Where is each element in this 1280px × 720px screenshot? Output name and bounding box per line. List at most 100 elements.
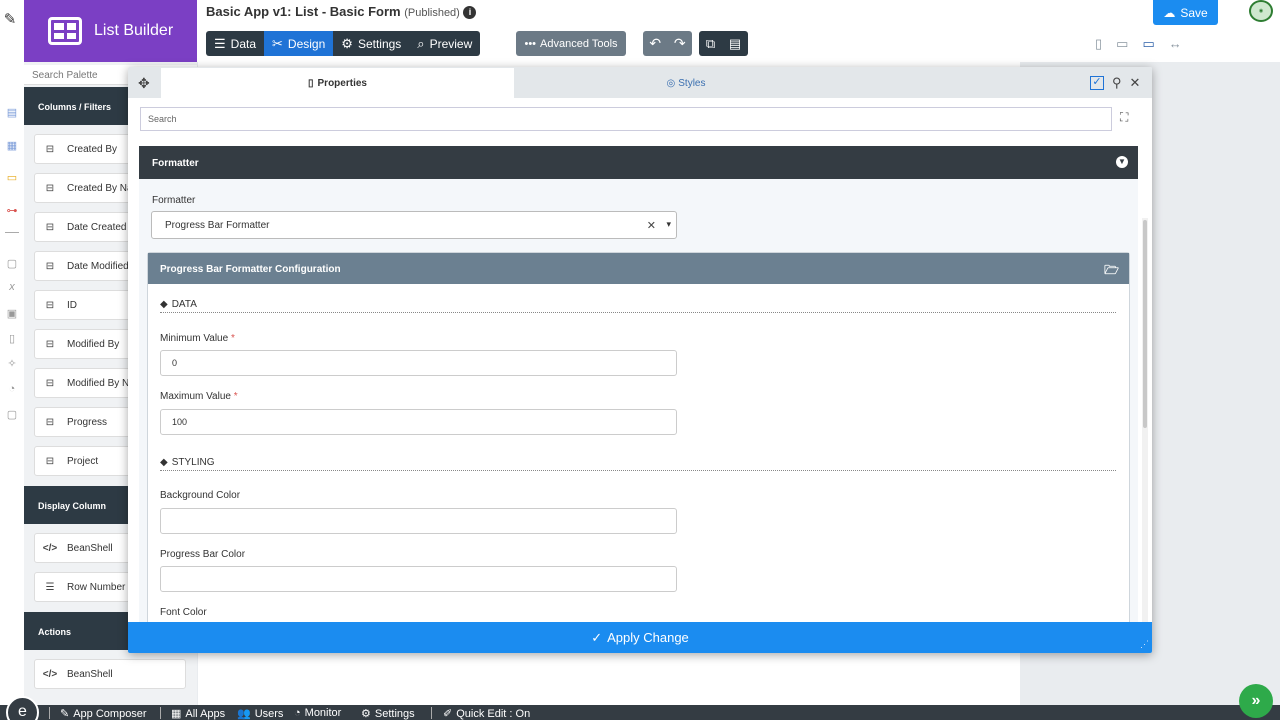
move-icon[interactable]: ✥ — [138, 75, 150, 92]
clipboard-icon[interactable]: ▢ — [5, 407, 19, 421]
quick-edit-toggle[interactable]: ✐ Quick Edit : On — [443, 707, 530, 720]
field-icon: ⊟ — [45, 416, 55, 428]
section-data: ◆ DATA — [160, 297, 1116, 313]
gauge-icon[interactable]: ◔ — [5, 382, 19, 396]
palette-item-label: Modified By — [67, 338, 120, 350]
comment-icon[interactable]: ▢ — [5, 256, 19, 270]
tab-settings[interactable]: ⚙ Settings — [333, 31, 409, 56]
pin-icon[interactable]: ⚲ — [1112, 75, 1122, 91]
property-search-input[interactable]: Search — [140, 107, 1112, 131]
copy-icon[interactable]: ⧉ — [706, 36, 715, 52]
all-apps-link[interactable]: ▦ All Apps — [171, 707, 225, 720]
tab-properties[interactable]: ▯ Properties — [161, 68, 514, 98]
document-icon[interactable]: ▯ — [5, 331, 19, 345]
min-value-input[interactable]: 0 — [160, 350, 677, 376]
palette-section-header: Actions — [24, 612, 128, 650]
clear-icon[interactable]: ✕ — [647, 219, 656, 232]
copy-paste-group: ⧉ ▤ — [699, 31, 748, 56]
monitor-label: Monitor — [304, 707, 342, 719]
section-styling-label: STYLING — [171, 457, 215, 468]
palette-item-label: Row Number — [67, 581, 126, 593]
dialog-body: Search ⛶ Formatter ▼ Formatter Progress … — [128, 98, 1152, 622]
config-header[interactable]: Progress Bar Formatter Configuration 🗁 — [148, 253, 1129, 284]
monitor-link[interactable]: ◔ Monitor — [294, 707, 341, 719]
folder-open-icon[interactable]: 🗁 — [1104, 261, 1119, 282]
redo-icon[interactable]: ↷ — [674, 35, 686, 52]
palette-section-header: Columns / Filters — [24, 87, 128, 125]
monitor-icon[interactable]: ▭ — [5, 170, 19, 184]
undo-icon[interactable]: ↶ — [649, 35, 661, 52]
save-button[interactable]: ☁ Save — [1153, 0, 1218, 25]
expand-panel-button[interactable]: » — [1239, 684, 1273, 718]
cloud-upload-icon: ☁ — [1163, 5, 1176, 20]
resize-grip-icon[interactable]: ⋰ — [1140, 639, 1149, 650]
chevron-down-icon[interactable]: ▾ — [666, 219, 671, 230]
mobile-icon[interactable]: ▯ — [1095, 36, 1102, 52]
users-icon: 👥 — [237, 708, 251, 720]
app-title: Basic App v1: List - Basic Form (Publish… — [206, 4, 477, 19]
tablet-icon[interactable]: ▭ — [1116, 36, 1128, 52]
tab-preview-label: Preview — [429, 36, 473, 51]
field-icon: ⊟ — [45, 143, 55, 155]
check-icon: ✓ — [591, 629, 603, 645]
variable-icon[interactable]: x — [5, 280, 19, 294]
tab-preview[interactable]: ⌕ Preview — [409, 31, 480, 56]
max-value-label: Maximum Value * — [160, 391, 238, 402]
required-mark: * — [230, 333, 235, 344]
table-icon[interactable]: ▦ — [5, 138, 19, 152]
double-chevron-right-icon: » — [1251, 692, 1261, 709]
settings-link[interactable]: ⚙ Settings — [361, 707, 415, 720]
info-icon[interactable]: i — [463, 6, 477, 19]
formatter-header-label: Formatter — [152, 158, 199, 169]
file-icon: ▯ — [308, 77, 314, 89]
brand-header: List Builder — [24, 0, 197, 62]
dialog-actions: ✓ ⚲ ✕ — [1090, 75, 1140, 91]
max-value-input[interactable]: 100 — [160, 409, 677, 435]
field-icon: ⊟ — [45, 377, 55, 389]
paste-icon[interactable]: ▤ — [729, 36, 741, 52]
formatter-select[interactable]: Progress Bar Formatter ✕ ▾ — [151, 211, 677, 239]
background-color-input[interactable] — [160, 508, 677, 534]
tab-properties-label: Properties — [317, 77, 367, 89]
app-title-text: Basic App v1: List - Basic Form — [206, 4, 401, 19]
auto-apply-checkbox-icon[interactable]: ✓ — [1090, 76, 1104, 90]
tab-design-label: Design — [287, 36, 326, 51]
page-icon[interactable]: ▤ — [5, 105, 19, 119]
settings-label: Settings — [374, 707, 415, 720]
min-value-label: Minimum Value * — [160, 333, 235, 344]
ellipsis-icon: ••• — [524, 37, 537, 50]
progress-bar-color-label: Progress Bar Color — [160, 549, 246, 560]
top-bar: Basic App v1: List - Basic Form (Publish… — [197, 0, 1280, 62]
users-label: Users — [254, 707, 284, 720]
field-icon: ⊟ — [45, 338, 55, 350]
app-composer-link[interactable]: ✎ App Composer — [60, 707, 147, 720]
plugin-icon[interactable]: ✧ — [5, 356, 19, 370]
expand-icon[interactable]: ⛶ — [1120, 110, 1128, 125]
progress-bar-color-input[interactable] — [160, 566, 677, 592]
tab-styles[interactable]: ◎ Styles — [514, 68, 858, 98]
image-icon[interactable]: ▣ — [5, 306, 19, 320]
flow-icon[interactable]: ⊶ — [5, 203, 19, 217]
tool-rail: ✎ ▤ ▦ ▭ ⊶ ▢ x ▣ ▯ ✧ ◔ ▢ — [0, 0, 25, 705]
tab-data[interactable]: ☰ Data — [206, 31, 264, 56]
scrollbar-thumb[interactable] — [1143, 220, 1147, 428]
advanced-tools-button[interactable]: ••• Advanced Tools — [516, 31, 626, 56]
numbered-list-icon: ☰ — [45, 581, 55, 593]
palette-item-label: BeanShell — [67, 542, 113, 554]
laptop-icon[interactable]: ▭ — [1142, 36, 1154, 52]
font-color-label: Font Color — [160, 607, 207, 618]
palette-item[interactable]: </> BeanShell — [34, 659, 186, 689]
layers-icon: ◆ — [160, 457, 168, 468]
close-icon[interactable]: ✕ — [1130, 75, 1141, 91]
edit-icon[interactable]: ✎ — [3, 11, 17, 28]
formatter-section-header[interactable]: Formatter ▼ — [139, 146, 1138, 179]
bar-divider — [49, 707, 50, 719]
fullwidth-icon[interactable]: ↔ — [1169, 36, 1182, 52]
chevron-down-icon[interactable]: ▼ — [1116, 156, 1128, 168]
publish-status: (Published) — [404, 7, 460, 19]
users-link[interactable]: 👥 Users — [237, 707, 283, 720]
apply-change-label: Apply Change — [607, 630, 689, 645]
apply-change-button[interactable]: ✓ Apply Change ⋰ — [128, 622, 1152, 653]
avatar[interactable]: ◉ — [1249, 0, 1273, 22]
tab-design[interactable]: ✂ Design — [264, 31, 334, 56]
